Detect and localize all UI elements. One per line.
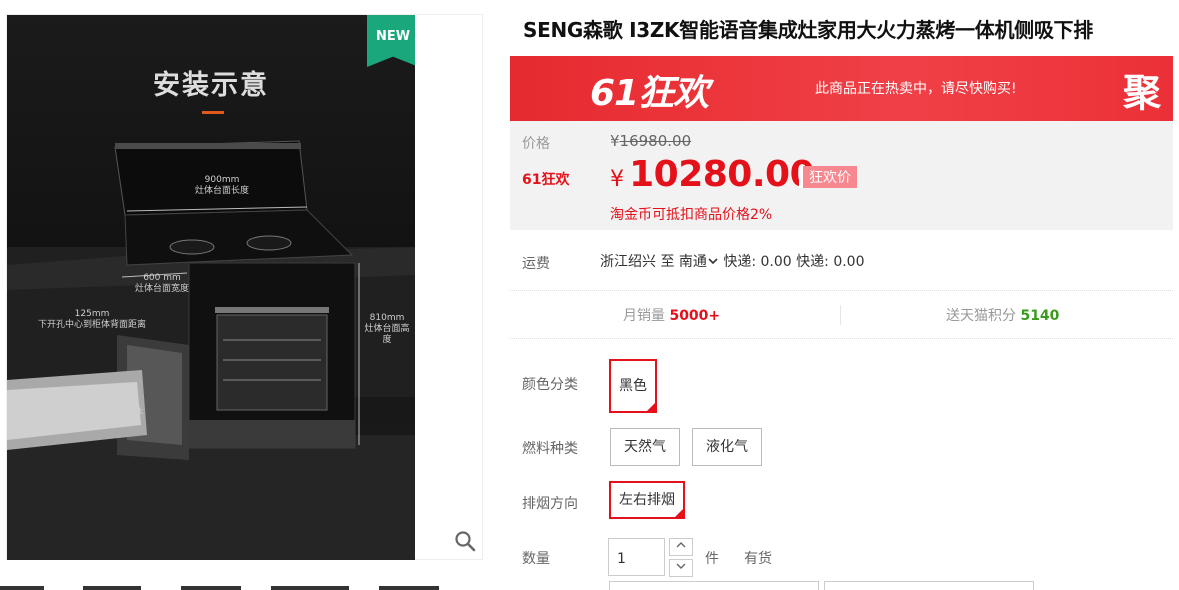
coin-discount-note[interactable]: 淘金币可抵扣商品价格2% xyxy=(610,204,772,224)
dim-width-value: 900mm xyxy=(204,175,240,185)
price-box: 价格 ¥16980.00 61狂欢 ¥ 10280.00 狂欢价 淘金币可抵扣商… xyxy=(510,121,1173,230)
dim-height-label: 810mm 灶体台面高度 xyxy=(362,313,412,346)
promo-banner: 61狂欢 此商品正在热卖中，请尽快购买! 聚 xyxy=(510,56,1173,121)
ship-to-selector[interactable]: 南通 xyxy=(679,254,719,270)
promo-price-label: 61狂欢 xyxy=(522,172,570,188)
image-gallery: 安装示意 900mm 灶体台面长度 600 mm 灶体台面宽度 810mm 灶体… xyxy=(6,14,483,560)
promo-message: 此商品正在热卖中，请尽快购买! xyxy=(815,81,1017,97)
quantity-increase-button[interactable] xyxy=(669,538,693,556)
quantity-input[interactable]: 1 xyxy=(608,538,665,576)
original-price-value: 16980.00 xyxy=(619,132,692,150)
monthly-sales: 月销量 5000+ xyxy=(623,305,720,325)
promo-logo: 61狂欢 xyxy=(590,73,709,114)
dim-hole-bottom-desc: 下开孔中心到柜体底面距离 xyxy=(70,408,143,429)
check-icon: ✓ xyxy=(647,402,654,411)
fuel-label: 燃料种类 xyxy=(522,441,578,457)
chevron-down-icon xyxy=(676,563,686,569)
chevron-down-icon[interactable] xyxy=(707,256,719,266)
dim-hole-bottom-label: 230mm 下开孔中心到柜体底面距离 xyxy=(67,397,147,430)
dim-depth-label: 600 mm 灶体台面宽度 xyxy=(122,273,202,295)
dim-hole-back-label: 125mm 下开孔中心到柜体背面距离 xyxy=(27,309,157,331)
ship-to[interactable]: 南通 xyxy=(679,254,707,270)
dim-hole-bottom-value: 230mm xyxy=(89,397,125,407)
dim-height-desc: 灶体台面高度 xyxy=(364,324,410,345)
divider xyxy=(510,338,1173,339)
dim-height-value: 810mm xyxy=(369,313,405,323)
ship-to-prefix: 至 xyxy=(660,254,675,270)
zoom-magnifier-icon[interactable] xyxy=(453,529,477,553)
current-price: ¥ 10280.00 xyxy=(610,154,815,195)
stove-illustration xyxy=(7,140,415,560)
fuel-option-lpg[interactable]: 液化气 xyxy=(692,428,762,466)
buy-now-button[interactable] xyxy=(609,581,819,590)
product-page: 安装示意 900mm 灶体台面长度 600 mm 灶体台面宽度 810mm 灶体… xyxy=(0,0,1179,590)
exhaust-label: 排烟方向 xyxy=(522,496,578,512)
monthly-sales-value: 5000+ xyxy=(669,308,721,324)
thumbnail-5[interactable] xyxy=(379,586,439,590)
stock-status: 有货 xyxy=(744,551,772,567)
dim-hole-back-desc: 下开孔中心到柜体背面距离 xyxy=(37,320,146,330)
sales-stats: 月销量 5000+ 送天猫积分 5140 xyxy=(510,291,1173,338)
price-tag: 狂欢价 xyxy=(799,166,857,188)
shipping-info: 浙江绍兴 至 南通 快递: 0.00 快递: 0.00 xyxy=(600,251,865,271)
quantity-decrease-button[interactable] xyxy=(669,559,693,577)
monthly-sales-label: 月销量 xyxy=(623,308,665,324)
thumbnail-3[interactable] xyxy=(181,586,241,590)
dim-depth-desc: 灶体台面宽度 xyxy=(134,284,189,294)
price-label: 价格 xyxy=(522,136,550,152)
chevron-up-icon xyxy=(676,542,686,548)
check-icon: ✓ xyxy=(675,508,682,517)
thumbnail-2[interactable] xyxy=(83,586,141,590)
main-product-image[interactable]: 安装示意 900mm 灶体台面长度 600 mm 灶体台面宽度 810mm 灶体… xyxy=(7,15,415,560)
dim-hole-back-value: 125mm xyxy=(74,309,110,319)
shipping-label: 运费 xyxy=(522,256,550,272)
product-title: SENG森歌 I3ZK智能语音集成灶家用大火力蒸烤一体机侧吸下排 xyxy=(523,18,1093,42)
original-price: ¥16980.00 xyxy=(610,132,691,150)
dim-width-label: 900mm 灶体台面长度 xyxy=(182,175,262,197)
current-price-value: 10280.00 xyxy=(629,154,815,195)
thumbnail-1[interactable] xyxy=(0,586,44,590)
thumbnail-4[interactable] xyxy=(271,586,349,590)
color-label: 颜色分类 xyxy=(522,377,578,393)
original-currency: ¥ xyxy=(610,132,620,150)
tmall-points-label: 送天猫积分 xyxy=(946,308,1016,324)
tmall-points-value: 5140 xyxy=(1020,308,1060,324)
exhaust-option-side[interactable]: 左右排烟 ✓ xyxy=(609,481,685,519)
ship-fees: 快递: 0.00 快递: 0.00 xyxy=(723,254,865,270)
dim-width-desc: 灶体台面长度 xyxy=(194,186,249,196)
ship-from: 浙江绍兴 xyxy=(600,254,656,270)
tmall-points: 送天猫积分 5140 xyxy=(946,305,1059,325)
color-option-label: 黑色 xyxy=(619,378,647,394)
stats-divider xyxy=(840,305,841,325)
fuel-option-natural-gas[interactable]: 天然气 xyxy=(610,428,680,466)
add-to-cart-button[interactable] xyxy=(824,581,1034,590)
exhaust-option-label: 左右排烟 xyxy=(619,492,675,508)
dim-depth-value: 600 mm xyxy=(143,273,181,283)
quantity-unit: 件 xyxy=(705,551,719,567)
quantity-label: 数量 xyxy=(522,551,550,567)
ju-badge: 聚 xyxy=(1122,71,1161,115)
current-currency: ¥ xyxy=(610,167,624,192)
color-option-black[interactable]: 黑色 ✓ xyxy=(609,359,657,413)
